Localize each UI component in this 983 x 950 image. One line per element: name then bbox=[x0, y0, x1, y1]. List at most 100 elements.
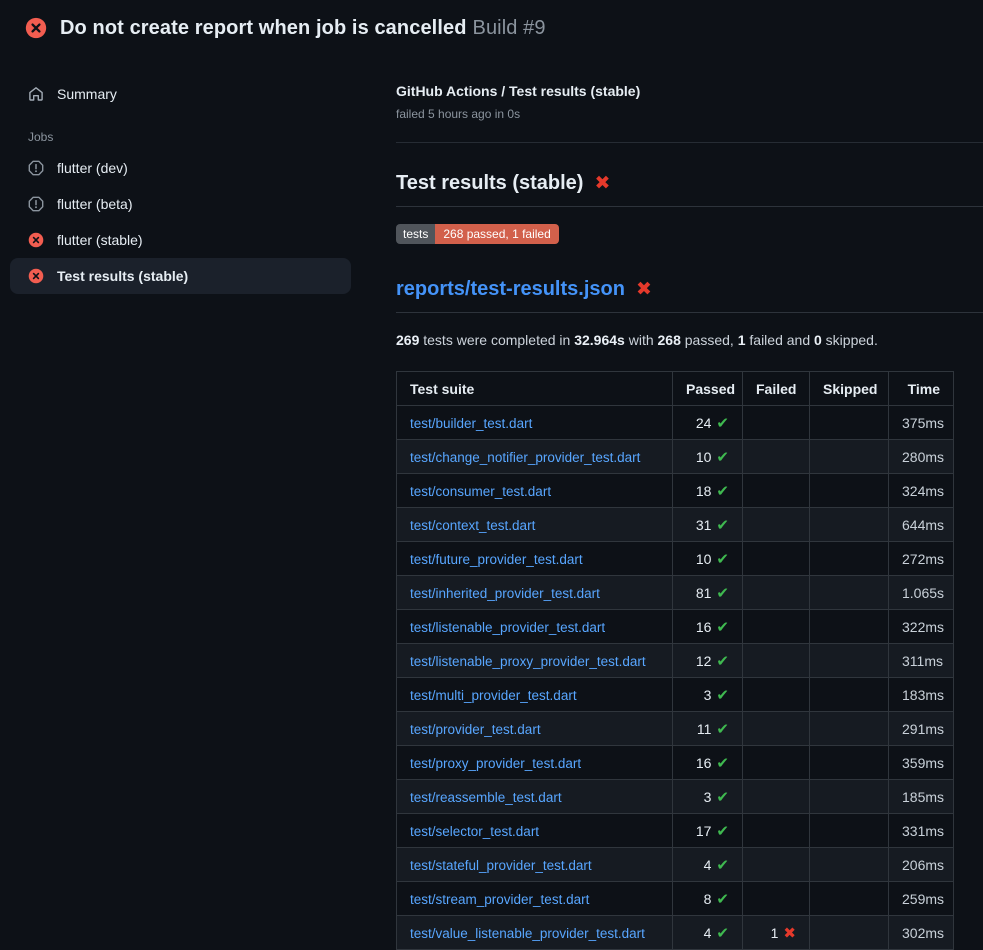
time-cell: 644ms bbox=[889, 508, 954, 542]
suite-link[interactable]: test/stream_provider_test.dart bbox=[410, 892, 589, 907]
skipped-cell bbox=[810, 916, 889, 950]
suite-link[interactable]: test/consumer_test.dart bbox=[410, 484, 551, 499]
passed-cell: 12✔ bbox=[673, 644, 743, 678]
suite-link[interactable]: test/listenable_provider_test.dart bbox=[410, 620, 605, 635]
passed-cell: 8✔ bbox=[673, 882, 743, 916]
count-value: 1 bbox=[771, 925, 779, 941]
suite-link[interactable]: test/stateful_provider_test.dart bbox=[410, 858, 592, 873]
suite-cell: test/future_provider_test.dart bbox=[397, 542, 673, 576]
summary-line: 269 tests were completed in 32.964s with… bbox=[396, 330, 983, 350]
suite-cell: test/listenable_proxy_provider_test.dart bbox=[397, 644, 673, 678]
table-row: test/listenable_provider_test.dart16✔322… bbox=[397, 610, 954, 644]
time-cell: 280ms bbox=[889, 440, 954, 474]
suite-link[interactable]: test/context_test.dart bbox=[410, 518, 535, 533]
table-row: test/listenable_proxy_provider_test.dart… bbox=[397, 644, 954, 678]
check-icon: ✔ bbox=[716, 857, 729, 874]
skipped-cell bbox=[810, 406, 889, 440]
time-cell: 324ms bbox=[889, 474, 954, 508]
jobs-list: flutter (dev)flutter (beta) flutter (stab… bbox=[10, 150, 351, 294]
column-header: Test suite bbox=[397, 372, 673, 406]
tests-badge: tests 268 passed, 1 failed bbox=[396, 224, 559, 244]
stop-icon bbox=[28, 160, 44, 176]
sidebar-item-label: flutter (stable) bbox=[57, 232, 143, 248]
cross-mark-icon: ✖ bbox=[636, 280, 652, 299]
check-icon: ✔ bbox=[716, 585, 729, 602]
table-row: test/provider_test.dart11✔291ms bbox=[397, 712, 954, 746]
time-cell: 185ms bbox=[889, 780, 954, 814]
check-icon: ✔ bbox=[716, 653, 729, 670]
failed-cell bbox=[743, 678, 810, 712]
sidebar-job-item[interactable]: flutter (beta) bbox=[10, 186, 351, 222]
suite-link[interactable]: test/provider_test.dart bbox=[410, 722, 541, 737]
suite-link[interactable]: test/future_provider_test.dart bbox=[410, 552, 583, 567]
count-value: 81 bbox=[696, 585, 712, 601]
x-circle-icon bbox=[28, 232, 44, 248]
suite-link[interactable]: test/builder_test.dart bbox=[410, 416, 532, 431]
suite-link[interactable]: test/multi_provider_test.dart bbox=[410, 688, 577, 703]
check-icon: ✔ bbox=[716, 517, 729, 534]
table-row: test/value_listenable_provider_test.dart… bbox=[397, 916, 954, 950]
table-row: test/reassemble_test.dart 3✔ 185ms bbox=[397, 780, 954, 814]
count-value: 3 bbox=[704, 789, 712, 805]
passed-cell: 16✔ bbox=[673, 610, 743, 644]
suite-link[interactable]: test/proxy_provider_test.dart bbox=[410, 756, 581, 771]
suite-link[interactable]: test/selector_test.dart bbox=[410, 824, 539, 839]
build-number: Build #9 bbox=[473, 17, 546, 39]
sidebar-item-label: Test results (stable) bbox=[57, 268, 188, 284]
time-cell: 272ms bbox=[889, 542, 954, 576]
check-icon: ✔ bbox=[716, 415, 729, 432]
count-value: 11 bbox=[697, 721, 712, 737]
suite-link[interactable]: test/value_listenable_provider_test.dart bbox=[410, 926, 645, 941]
count-value: 16 bbox=[696, 755, 712, 771]
check-icon: ✔ bbox=[716, 449, 729, 466]
sidebar-job-item[interactable]: flutter (stable) bbox=[10, 222, 351, 258]
passed-cell: 10✔ bbox=[673, 440, 743, 474]
suite-cell: test/change_notifier_provider_test.dart bbox=[397, 440, 673, 474]
sidebar-item-summary[interactable]: Summary bbox=[10, 76, 351, 112]
summary-segment: 0 bbox=[814, 332, 822, 348]
failed-cell bbox=[743, 644, 810, 678]
sidebar-job-item[interactable]: flutter (dev) bbox=[10, 150, 351, 186]
check-icon: ✔ bbox=[716, 619, 729, 636]
skipped-cell bbox=[810, 440, 889, 474]
time-cell: 375ms bbox=[889, 406, 954, 440]
layout: Summary Jobs flutter (dev)flutter (beta)… bbox=[0, 56, 983, 950]
suite-link[interactable]: test/inherited_provider_test.dart bbox=[410, 586, 600, 601]
passed-cell: 81✔ bbox=[673, 576, 743, 610]
count-value: 12 bbox=[696, 653, 712, 669]
report-link[interactable]: reports/test-results.json bbox=[396, 276, 625, 303]
cross-mark-icon: ✖ bbox=[594, 174, 610, 193]
suite-link[interactable]: test/listenable_proxy_provider_test.dart bbox=[410, 654, 646, 669]
table-row: test/context_test.dart 31✔ 644ms bbox=[397, 508, 954, 542]
suite-link[interactable]: test/reassemble_test.dart bbox=[410, 790, 562, 805]
suite-cell: test/stream_provider_test.dart bbox=[397, 882, 673, 916]
sidebar: Summary Jobs flutter (dev)flutter (beta)… bbox=[0, 56, 396, 294]
divider bbox=[396, 142, 983, 143]
check-icon: ✔ bbox=[716, 687, 729, 704]
count-value: 31 bbox=[696, 517, 712, 533]
skipped-cell bbox=[810, 814, 889, 848]
suite-cell: test/proxy_provider_test.dart bbox=[397, 746, 673, 780]
section-heading: Test results (stable) ✖ bbox=[396, 170, 983, 207]
check-icon: ✔ bbox=[716, 789, 729, 806]
time-cell: 259ms bbox=[889, 882, 954, 916]
failed-cell bbox=[743, 814, 810, 848]
count-value: 3 bbox=[704, 687, 712, 703]
time-cell: 206ms bbox=[889, 848, 954, 882]
count-value: 16 bbox=[696, 619, 712, 635]
check-icon: ✔ bbox=[716, 891, 729, 908]
check-icon: ✔ bbox=[716, 483, 729, 500]
breadcrumb: GitHub Actions / Test results (stable) bbox=[396, 82, 983, 100]
suite-link[interactable]: test/change_notifier_provider_test.dart bbox=[410, 450, 640, 465]
failed-cell bbox=[743, 848, 810, 882]
sidebar-job-item[interactable]: Test results (stable) bbox=[10, 258, 351, 294]
summary-segment: with bbox=[625, 332, 658, 348]
skipped-cell bbox=[810, 882, 889, 916]
table-row: test/selector_test.dart17✔331ms bbox=[397, 814, 954, 848]
count-value: 8 bbox=[704, 891, 712, 907]
table-row: test/future_provider_test.dart10✔272ms bbox=[397, 542, 954, 576]
failed-cell bbox=[743, 406, 810, 440]
summary-segment: 32.964s bbox=[574, 332, 625, 348]
skipped-cell bbox=[810, 678, 889, 712]
passed-cell: 3✔ bbox=[673, 678, 743, 712]
